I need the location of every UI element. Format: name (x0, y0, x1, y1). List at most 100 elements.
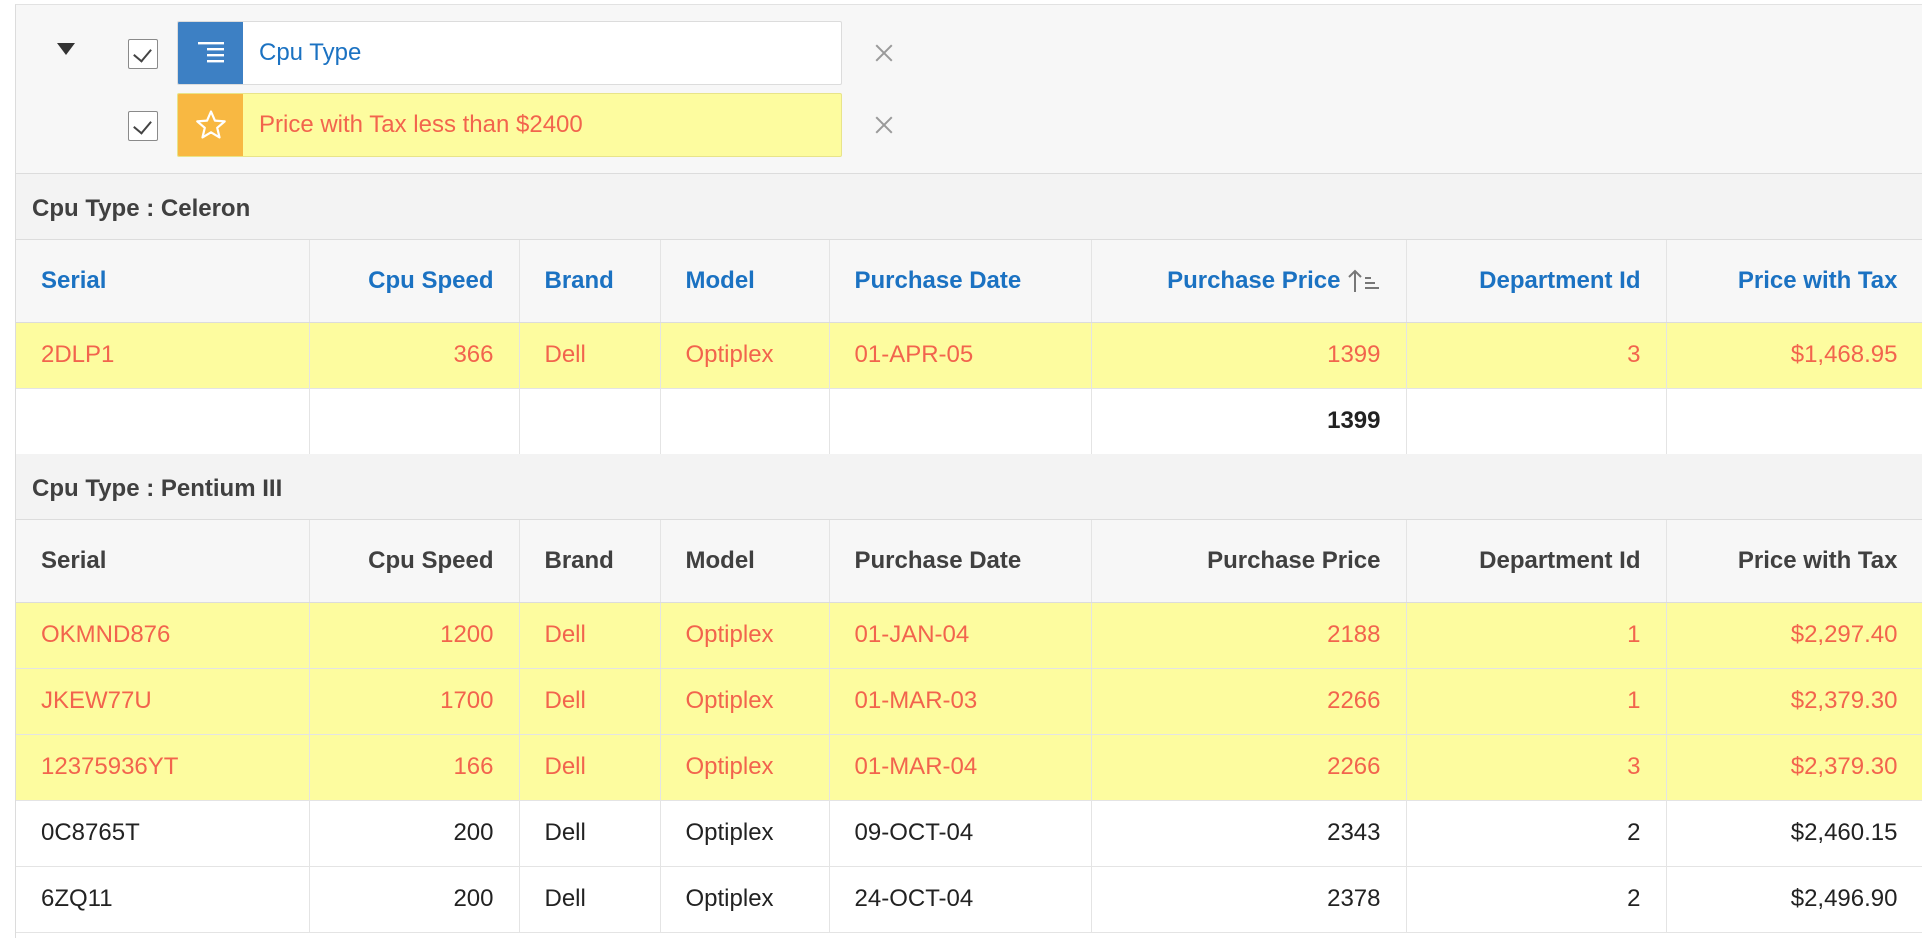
filter-row-highlight: Price with Tax less than $2400 (16, 93, 1016, 157)
department-id-cell: 3 (1406, 322, 1667, 389)
table-row: 6ZQ11 200 Dell Optiplex 24-OCT-04 2378 2 $2,496… (16, 866, 1922, 933)
table-row-highlighted: 2DLP1 366 Dell Optiplex 01-APR-05 1399 3 $1,468… (16, 322, 1922, 389)
column-header-price-with-tax[interactable]: Price with Tax (1666, 240, 1922, 323)
cpu-speed-cell: 166 (309, 734, 520, 801)
brand-cell: Dell (519, 602, 661, 669)
sum-cell (309, 388, 520, 455)
purchase-date-cell: 01-APR-05 (829, 322, 1092, 389)
brand-cell: Dell (519, 800, 661, 867)
highlight-filter[interactable]: Price with Tax less than $2400 (177, 93, 842, 157)
cpu-speed-cell: 366 (309, 322, 520, 389)
brand-cell: Dell (519, 668, 661, 735)
table-row-highlighted: OKMND876 1200 Dell Optiplex 01-JAN-04 2188 1 $2… (16, 602, 1922, 669)
department-id-cell: 1 (1406, 602, 1667, 669)
model-cell: Optiplex (660, 322, 830, 389)
sum-cell (829, 388, 1092, 455)
highlight-label: Price with Tax less than $2400 (259, 111, 583, 138)
sum-cell (1666, 388, 1922, 455)
column-header-serial[interactable]: Serial (16, 520, 310, 603)
report-table-pentium-iii: Serial Cpu Speed Brand Model Purchase Da… (16, 520, 1922, 933)
cpu-speed-cell: 200 (309, 866, 520, 933)
column-header-purchase-price[interactable]: Purchase Price (1091, 240, 1407, 323)
column-header-purchase-price[interactable]: Purchase Price (1091, 520, 1407, 603)
column-header-model[interactable]: Model (660, 240, 830, 323)
sum-cell: 1399 (1091, 388, 1407, 455)
serial-cell: OKMND876 (16, 602, 310, 669)
brand-cell: Dell (519, 734, 661, 801)
purchase-date-cell: 01-MAR-03 (829, 668, 1092, 735)
serial-cell: 0C8765T (16, 800, 310, 867)
model-cell: Optiplex (660, 866, 830, 933)
remove-filter-icon[interactable] (872, 41, 896, 65)
control-break-filter[interactable]: Cpu Type (177, 21, 842, 85)
department-id-cell: 2 (1406, 800, 1667, 867)
column-header-price-with-tax[interactable]: Price with Tax (1666, 520, 1922, 603)
star-icon (178, 94, 243, 156)
report-table-celeron: Serial Cpu Speed Brand Model Purchase Da… (16, 240, 1922, 455)
sum-cell (16, 388, 310, 455)
column-header-purchase-date[interactable]: Purchase Date (829, 520, 1092, 603)
serial-cell: 2DLP1 (16, 322, 310, 389)
sum-cell (519, 388, 661, 455)
filter-enable-checkbox[interactable] (128, 111, 158, 141)
cpu-speed-cell: 1200 (309, 602, 520, 669)
price-with-tax-cell: $2,496.90 (1666, 866, 1922, 933)
purchase-price-cell: 2343 (1091, 800, 1407, 867)
department-id-cell: 2 (1406, 866, 1667, 933)
table-body: 2DLP1 366 Dell Optiplex 01-APR-05 1399 3 $1,468… (16, 322, 1922, 455)
column-header-label: Purchase Price (1167, 266, 1341, 294)
column-header-cpu-speed[interactable]: Cpu Speed (309, 520, 520, 603)
model-cell: Optiplex (660, 602, 830, 669)
table-row-highlighted: 12375936YT 166 Dell Optiplex 01-MAR-04 2266 3 $… (16, 734, 1922, 801)
model-cell: Optiplex (660, 668, 830, 735)
table-body: OKMND876 1200 Dell Optiplex 01-JAN-04 2188 1 $2… (16, 602, 1922, 933)
purchase-price-cell: 2266 (1091, 734, 1407, 801)
price-with-tax-cell: $2,379.30 (1666, 668, 1922, 735)
column-header-model[interactable]: Model (660, 520, 830, 603)
table-row-highlighted: JKEW77U 1700 Dell Optiplex 01-MAR-03 2266 1 $2,… (16, 668, 1922, 735)
purchase-price-cell: 1399 (1091, 322, 1407, 389)
serial-cell: 12375936YT (16, 734, 310, 801)
brand-cell: Dell (519, 866, 661, 933)
purchase-price-cell: 2378 (1091, 866, 1407, 933)
purchase-price-cell: 2188 (1091, 602, 1407, 669)
filter-enable-checkbox[interactable] (128, 39, 158, 69)
column-header-purchase-date[interactable]: Purchase Date (829, 240, 1092, 323)
column-header-cpu-speed[interactable]: Cpu Speed (309, 240, 520, 323)
price-with-tax-cell: $2,297.40 (1666, 602, 1922, 669)
purchase-date-cell: 09-OCT-04 (829, 800, 1092, 867)
price-with-tax-cell: $2,460.15 (1666, 800, 1922, 867)
sort-ascending-icon (1347, 269, 1381, 293)
purchase-price-cell: 2266 (1091, 668, 1407, 735)
remove-filter-icon[interactable] (872, 113, 896, 137)
filter-row-control-break: Cpu Type (16, 21, 1016, 85)
group-sum-row: 1399 (16, 388, 1922, 455)
group-header-pentium-iii: Cpu Type : Pentium III (16, 454, 1922, 520)
column-header-department-id[interactable]: Department Id (1406, 520, 1667, 603)
purchase-date-cell: 01-MAR-04 (829, 734, 1092, 801)
brand-cell: Dell (519, 322, 661, 389)
interactive-report: Cpu Type Price with Tax less than $2400 … (15, 4, 1922, 938)
group-header-celeron: Cpu Type : Celeron (16, 174, 1922, 240)
department-id-cell: 3 (1406, 734, 1667, 801)
price-with-tax-cell: $2,379.30 (1666, 734, 1922, 801)
sum-cell (1406, 388, 1667, 455)
report-settings-panel: Cpu Type Price with Tax less than $2400 (16, 5, 1922, 174)
table-row: 0C8765T 200 Dell Optiplex 09-OCT-04 2343 2 $2,4… (16, 800, 1922, 867)
model-cell: Optiplex (660, 734, 830, 801)
purchase-date-cell: 01-JAN-04 (829, 602, 1092, 669)
column-header-brand[interactable]: Brand (519, 240, 661, 323)
column-header-serial[interactable]: Serial (16, 240, 310, 323)
cpu-speed-cell: 1700 (309, 668, 520, 735)
purchase-date-cell: 24-OCT-04 (829, 866, 1092, 933)
control-break-label: Cpu Type (259, 39, 362, 66)
department-id-cell: 1 (1406, 668, 1667, 735)
control-break-icon (178, 22, 243, 84)
sum-cell (660, 388, 830, 455)
column-header-brand[interactable]: Brand (519, 520, 661, 603)
price-with-tax-cell: $1,468.95 (1666, 322, 1922, 389)
serial-cell: JKEW77U (16, 668, 310, 735)
model-cell: Optiplex (660, 800, 830, 867)
column-header-department-id[interactable]: Department Id (1406, 240, 1667, 323)
cpu-speed-cell: 200 (309, 800, 520, 867)
